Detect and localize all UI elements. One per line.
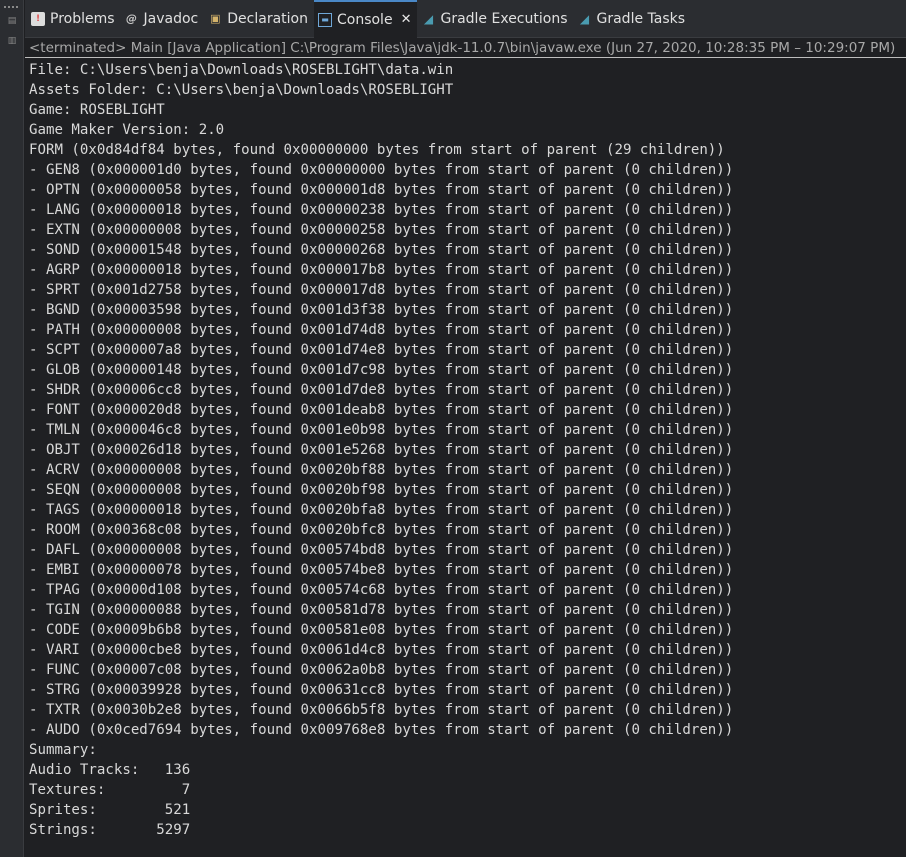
console-line: - ROOM (0x00368c08 bytes, found 0x0020bf… — [29, 522, 734, 538]
console-line: - BGND (0x00003598 bytes, found 0x001d3f… — [29, 302, 734, 318]
problems-icon: ! — [31, 11, 45, 26]
minimized-view-icon[interactable]: ▤ — [7, 16, 17, 26]
console-line: - AGRP (0x00000018 bytes, found 0x000017… — [29, 262, 734, 278]
console-view: ! Problems @ Javadoc ▣ Declaration ▬ Con… — [25, 0, 906, 857]
console-line: - CODE (0x0009b6b8 bytes, found 0x00581e… — [29, 622, 734, 638]
tab-gradle-tasks[interactable]: ◢ Gradle Tasks — [574, 0, 692, 38]
console-line: File: C:\Users\benja\Downloads\ROSEBLIGH… — [29, 62, 454, 78]
console-line: - SOND (0x00001548 bytes, found 0x000002… — [29, 242, 734, 258]
console-line: Game: ROSEBLIGHT — [29, 102, 165, 118]
console-line: - OPTN (0x00000058 bytes, found 0x000001… — [29, 182, 734, 198]
console-line: - ACRV (0x00000008 bytes, found 0x0020bf… — [29, 462, 734, 478]
console-line: - DAFL (0x00000008 bytes, found 0x00574b… — [29, 542, 734, 558]
console-line: - SCPT (0x000007a8 bytes, found 0x001d74… — [29, 342, 734, 358]
console-line: Strings: 5297 — [29, 822, 191, 838]
tab-label: Declaration — [227, 10, 308, 27]
console-line: - TXTR (0x0030b2e8 bytes, found 0x0066b5… — [29, 702, 734, 718]
console-line: - VARI (0x0000cbe8 bytes, found 0x0061d4… — [29, 642, 734, 658]
console-line: - FONT (0x000020d8 bytes, found 0x001dea… — [29, 402, 734, 418]
tab-label: Javadoc — [143, 10, 199, 27]
gradle-tasks-icon: ◢ — [579, 11, 590, 26]
tab-javadoc[interactable]: @ Javadoc — [121, 0, 205, 38]
close-icon[interactable]: ✕ — [401, 12, 412, 27]
view-tab-bar: ! Problems @ Javadoc ▣ Declaration ▬ Con… — [25, 0, 906, 38]
console-line: Assets Folder: C:\Users\benja\Downloads\… — [29, 82, 454, 98]
console-line: - EXTN (0x00000008 bytes, found 0x000002… — [29, 222, 734, 238]
tab-console[interactable]: ▬ Console ✕ — [313, 0, 418, 38]
console-line: Summary: — [29, 742, 97, 758]
console-line: - STRG (0x00039928 bytes, found 0x00631c… — [29, 682, 734, 698]
console-line: - FUNC (0x00007c08 bytes, found 0x0062a0… — [29, 662, 734, 678]
console-line: - AUDO (0x0ced7694 bytes, found 0x009768… — [29, 722, 734, 738]
console-line: - TAGS (0x00000018 bytes, found 0x0020bf… — [29, 502, 734, 518]
console-line: - EMBI (0x00000078 bytes, found 0x00574b… — [29, 562, 734, 578]
tab-label: Console — [336, 11, 393, 28]
console-line: - OBJT (0x00026d18 bytes, found 0x001e52… — [29, 442, 734, 458]
console-line: - GEN8 (0x000001d0 bytes, found 0x000000… — [29, 162, 734, 178]
console-line: - TGIN (0x00000088 bytes, found 0x00581d… — [29, 602, 734, 618]
tab-problems[interactable]: ! Problems — [27, 0, 121, 38]
console-line: - SPRT (0x001d2758 bytes, found 0x000017… — [29, 282, 734, 298]
tab-label: Problems — [50, 10, 115, 27]
minimized-view-icon[interactable]: ▥ — [7, 36, 17, 46]
drag-grip-icon[interactable] — [4, 6, 18, 9]
console-icon: ▬ — [317, 12, 332, 27]
console-line: Textures: 7 — [29, 782, 191, 798]
console-line: Sprites: 521 — [29, 802, 191, 818]
console-line: FORM (0x0d84df84 bytes, found 0x00000000… — [29, 142, 725, 158]
gradle-executions-icon: ◢ — [423, 11, 434, 26]
tab-declaration[interactable]: ▣ Declaration — [204, 0, 314, 38]
console-output[interactable]: File: C:\Users\benja\Downloads\ROSEBLIGH… — [29, 60, 903, 850]
console-line: - LANG (0x00000018 bytes, found 0x000002… — [29, 202, 734, 218]
console-line: - TMLN (0x000046c8 bytes, found 0x001e0b… — [29, 422, 734, 438]
console-line: - GLOB (0x00000148 bytes, found 0x001d7c… — [29, 362, 734, 378]
process-status-line: <terminated> Main [Java Application] C:\… — [25, 38, 906, 58]
console-line: - PATH (0x00000008 bytes, found 0x001d74… — [29, 322, 734, 338]
tab-label: Gradle Tasks — [596, 10, 686, 27]
tab-gradle-executions[interactable]: ◢ Gradle Executions — [417, 0, 573, 38]
javadoc-icon: @ — [126, 11, 138, 25]
console-line: Game Maker Version: 2.0 — [29, 122, 225, 138]
declaration-icon: ▣ — [210, 11, 221, 25]
left-side-strip: ▤ ▥ — [0, 0, 24, 857]
console-line: - SHDR (0x00006cc8 bytes, found 0x001d7d… — [29, 382, 734, 398]
console-line: - SEQN (0x00000008 bytes, found 0x0020bf… — [29, 482, 734, 498]
console-line: Audio Tracks: 136 — [29, 762, 191, 778]
console-line: - TPAG (0x0000d108 bytes, found 0x00574c… — [29, 582, 734, 598]
tab-label: Gradle Executions — [440, 10, 568, 27]
